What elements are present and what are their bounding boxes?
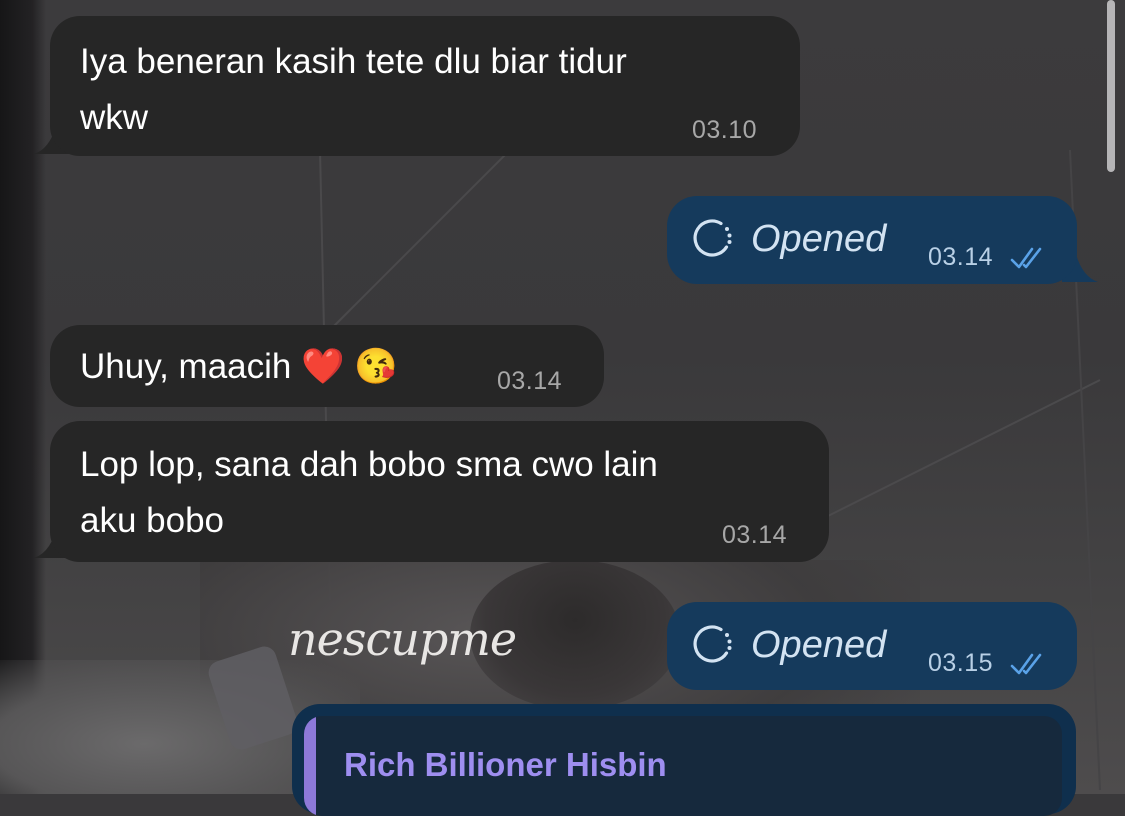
message-text: Lop lop, sana dah bobo sma cwo lain aku … — [80, 445, 658, 540]
message-time: 03.15 — [928, 649, 994, 677]
view-once-icon — [693, 625, 732, 663]
message-text: Iya beneran kasih tete dlu biar tidur wk… — [80, 42, 627, 137]
message-bubble-incoming[interactable]: Lop lop, sana dah bobo sma cwo lain aku … — [50, 421, 829, 562]
message-bubble-incoming[interactable]: Iya beneran kasih tete dlu biar tidur wk… — [50, 16, 800, 156]
read-ticks-icon — [1010, 247, 1042, 269]
opened-label: Opened — [751, 623, 887, 666]
quoted-sender-name: Rich Billioner Hisbin — [344, 746, 667, 783]
message-time: 03.14 — [928, 243, 994, 271]
quote-accent-bar — [304, 716, 316, 816]
view-once-icon — [693, 219, 732, 257]
message-bubble-outgoing[interactable]: Opened 03.14 — [667, 196, 1077, 284]
scrollbar[interactable] — [1107, 0, 1115, 172]
opened-label: Opened — [751, 217, 887, 260]
message-time: 03.14 — [497, 367, 563, 395]
message-text: Uhuy, maacih ❤️ 😘 — [80, 347, 398, 386]
watermark-text: nescupme — [288, 612, 517, 666]
read-ticks-icon — [1010, 653, 1042, 675]
message-time: 03.10 — [692, 116, 758, 144]
message-bubble-outgoing[interactable]: Opened 03.15 — [667, 602, 1077, 690]
quoted-message[interactable]: Rich Billioner Hisbin — [304, 716, 1062, 816]
message-time: 03.14 — [722, 521, 788, 549]
message-bubble-incoming[interactable]: Uhuy, maacih ❤️ 😘 03.14 — [50, 325, 604, 407]
